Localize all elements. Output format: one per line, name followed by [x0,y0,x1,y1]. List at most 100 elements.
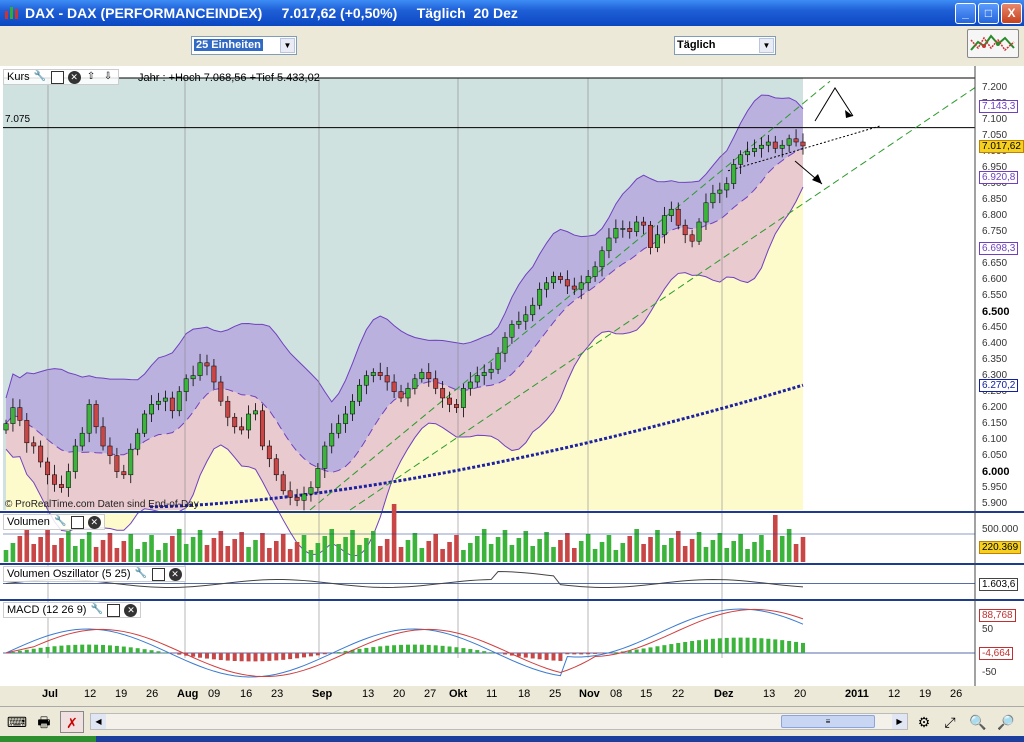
volume-bar [502,530,508,562]
zoom-out-icon[interactable]: 🔍 [966,711,990,733]
macd-histogram-bar [759,638,764,653]
candle-body [717,189,723,194]
price-axis-tick: 6.150 [982,417,1008,429]
candle-body [710,192,716,204]
hline-label: 7.075 [5,114,31,125]
zoom-fit-icon[interactable]: ⤢ [938,711,962,733]
printer-icon[interactable]: 🖶 [32,711,56,733]
candle-body [627,228,633,232]
cursor-off-icon[interactable]: ✗ [60,711,84,733]
macd-histogram-bar [586,653,591,655]
candle-body [502,336,508,354]
macd-histogram-bar [502,653,507,655]
candle-body [544,282,550,290]
toolbar: 25 Einheiten ▼ Täglich ▼ [0,26,1024,64]
volume-bar [426,541,432,562]
window-icon[interactable] [107,603,121,617]
volume-bar [717,533,723,562]
wrench-icon[interactable]: 🔧 [54,516,67,529]
scroll-right-button[interactable]: ▶ [892,714,907,729]
volume-bar [523,531,529,562]
volume-bar [59,538,64,562]
macd-histogram-bar [544,653,549,660]
window-icon[interactable] [151,567,165,581]
volume-bar [544,532,549,562]
volume-bar [267,548,272,562]
price-axis-tick: 6.400 [982,337,1008,349]
volume-bar [447,542,452,562]
candle-body [613,228,619,239]
candle-body [516,320,522,325]
volume-bar [10,543,16,562]
scroll-left-button[interactable]: ◀ [91,714,106,729]
candle-body [204,362,210,367]
down-arrow-icon[interactable]: ⇩ [102,71,115,84]
units-select[interactable]: 25 Einheiten ▼ [191,36,297,55]
macd-histogram-bar [281,653,286,660]
price-axis-tick: 7.100 [982,113,1008,125]
volume-bar [86,532,92,562]
macd-histogram-bar [364,647,369,653]
wrench-icon[interactable]: 🔧 [34,71,47,84]
time-axis-tick: 16 [240,688,253,700]
start-strip [0,736,96,742]
price-axis-tick: 6.850 [982,193,1008,205]
volume-bar [412,533,418,562]
volume-bar [336,544,341,562]
candle-body [724,183,730,191]
close-icon[interactable]: ✕ [124,603,138,617]
candle-body [440,388,446,399]
wrench-icon[interactable]: 🔧 [90,604,103,617]
candle-body [239,426,245,431]
macd-histogram-bar [336,652,341,653]
candle-body [426,372,432,380]
candle-body [752,148,757,152]
candle-body [689,234,695,242]
time-axis-tick: 19 [115,688,128,700]
chart-type-button[interactable] [967,29,1019,58]
close-icon[interactable]: ✕ [168,567,182,581]
macd-histogram-bar [260,653,265,662]
volume-bar [509,545,515,562]
up-arrow-icon[interactable]: ⇧ [85,71,98,84]
minimize-button[interactable]: _ [955,3,976,24]
volume-bar [793,544,799,562]
period-select[interactable]: Täglich ▼ [674,36,776,55]
price-axis-tick: 6.200 [982,401,1008,413]
macd-histogram-bar [523,653,528,658]
macd-histogram-bar [551,653,556,661]
macd-histogram-bar [322,653,327,655]
price-axis-tick: 6.750 [982,225,1008,237]
candle-body [703,202,709,223]
candle-body [474,375,480,383]
time-axis-tick: 26 [950,688,963,700]
wrench-icon[interactable]: 🔧 [135,568,148,581]
candle-body [128,448,134,476]
maximize-button[interactable]: □ [978,3,999,24]
macd-signal-value-box: -4,664 [979,647,1014,660]
volume-value-box: 220.369 [979,541,1022,554]
volume-bar [31,544,37,562]
macd-histogram-bar [45,646,50,653]
close-icon[interactable]: ✕ [87,515,101,529]
window-icon[interactable] [70,515,84,529]
volume-bar [738,534,743,562]
scroll-thumb[interactable]: ≡ [781,715,875,728]
chart-settings-icon[interactable]: ⚙ [912,711,936,733]
price-value-box: 6.698,3 [979,242,1019,256]
horizontal-scrollbar[interactable]: ◀ ≡ ▶ [90,713,908,730]
macd-histogram-bar [676,642,681,653]
chart-area[interactable]: Kurs 🔧 ✕ ⇧ ⇩ Jahr : +Hoch 7.068,56 +Tief… [0,66,1024,686]
macd-histogram-bar [288,653,293,660]
keyboard-icon[interactable]: ⌨ [5,711,29,733]
macd-histogram-bar [52,646,57,653]
macd-histogram-bar [690,641,695,653]
close-icon[interactable]: ✕ [67,70,81,84]
chart-canvas[interactable] [0,66,1024,686]
close-button[interactable]: X [1001,3,1022,24]
window-icon[interactable] [50,70,64,84]
candle-body [530,304,536,316]
zoom-in-icon[interactable]: 🔎 [994,711,1018,733]
bottom-toolbar: ⌨ 🖶 ✗ ◀ ≡ ▶ ⚙ ⤢ 🔍 🔎 [0,706,1024,736]
macd-histogram-bar [177,653,182,655]
